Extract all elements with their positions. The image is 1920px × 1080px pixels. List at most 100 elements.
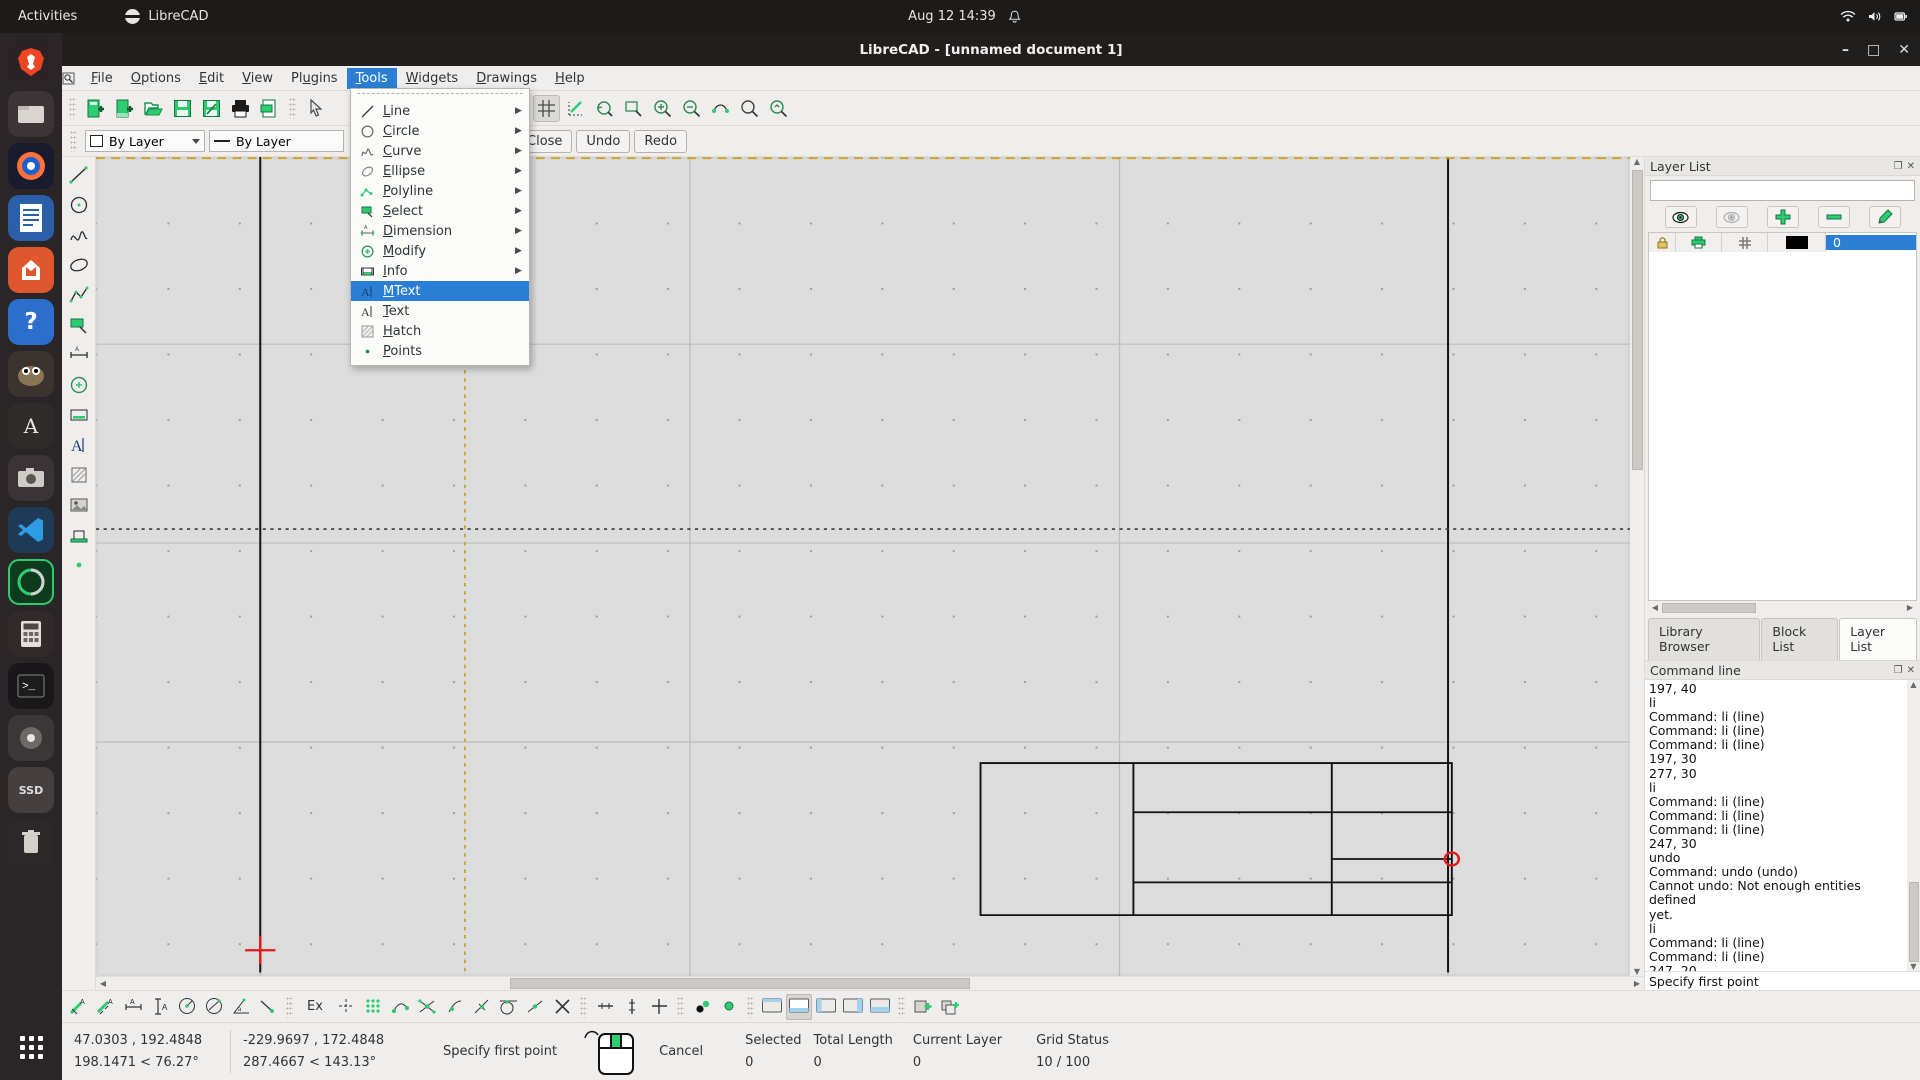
dock-item-settings[interactable] [8, 715, 54, 761]
tab-block-list[interactable]: Block List [1761, 618, 1839, 660]
restrict-horizontal-icon[interactable] [592, 994, 618, 1020]
tools-menu-item-modify[interactable]: Modify ▶ [351, 241, 529, 261]
menu-options[interactable]: Options [122, 68, 190, 89]
scroll-down-arrow-icon[interactable]: ▼ [1630, 967, 1644, 976]
menu-file[interactable]: File [82, 68, 122, 89]
command-panel-float-icon[interactable]: ❐ [1894, 665, 1903, 676]
dock-item-trash[interactable] [8, 819, 54, 865]
dim-linear-icon[interactable]: A [93, 994, 119, 1020]
tab-layer-list[interactable]: Layer List [1839, 618, 1917, 660]
tools-menu-item-select[interactable]: Select ▶ [351, 201, 529, 221]
snap-extension-button[interactable]: Ex [298, 994, 332, 1020]
tool-ellipse-icon[interactable] [66, 252, 92, 278]
layer-name[interactable]: 0 [1826, 235, 1916, 250]
canvas-horizontal-scrollbar[interactable]: ◀ ▶ [96, 976, 1644, 990]
activities-button[interactable]: Activities [18, 9, 77, 24]
menu-edit[interactable]: Edit [190, 68, 233, 89]
dim-vertical-icon[interactable]: A [147, 994, 173, 1020]
zoom-redraw-button[interactable] [765, 95, 792, 122]
snap-middle-icon[interactable] [522, 994, 548, 1020]
remove-layer-button[interactable] [1817, 206, 1850, 228]
add-layer-quick-icon[interactable] [910, 994, 936, 1020]
dim-leader-icon[interactable] [255, 994, 281, 1020]
tool-circle-icon[interactable] [66, 192, 92, 218]
layer-table-hscrollbar[interactable]: ◀ ▶ [1648, 601, 1917, 614]
draw-order-button[interactable] [562, 95, 589, 122]
hide-all-layers-button[interactable] [1715, 206, 1748, 228]
toolbar-grip[interactable] [69, 97, 76, 119]
system-indicators[interactable] [1840, 10, 1908, 23]
canvas-vertical-scrollbar[interactable]: ▲ ▼ [1630, 157, 1644, 976]
layer-print-icon[interactable] [1676, 233, 1722, 252]
view-statusbar-icon[interactable] [786, 993, 812, 1020]
undo-action-button[interactable]: Undo [576, 129, 631, 153]
dock-item-terminal[interactable]: >_ [8, 663, 54, 709]
optbar-grip[interactable] [70, 130, 77, 152]
vertical-scroll-thumb[interactable] [1631, 170, 1643, 470]
zoom-previous-button[interactable] [591, 95, 618, 122]
dock-item-files[interactable] [8, 91, 54, 137]
snap-center-icon[interactable] [549, 994, 575, 1020]
tab-library-browser[interactable]: Library Browser [1648, 618, 1761, 660]
add-layer-button[interactable] [1766, 206, 1799, 228]
layer-scroll-right-icon[interactable]: ▶ [1903, 603, 1917, 612]
snap-perpendicular-icon[interactable] [468, 994, 494, 1020]
dock-item-brave[interactable] [8, 39, 54, 85]
add-block-quick-icon[interactable] [937, 994, 963, 1020]
bottombar-grip-2[interactable] [580, 995, 587, 1018]
cmd-scroll-up-icon[interactable]: ▲ [1907, 680, 1920, 689]
view-left-dock-icon[interactable] [813, 994, 839, 1020]
tools-menu-item-circle[interactable]: Circle ▶ [351, 121, 529, 141]
scroll-up-arrow-icon[interactable]: ▲ [1630, 157, 1644, 166]
view-fullscreen-icon[interactable] [759, 994, 785, 1020]
save-as-button[interactable] [198, 95, 225, 122]
zoom-window-button[interactable] [620, 95, 647, 122]
zoom-pan-button[interactable] [707, 95, 734, 122]
tool-modify-icon[interactable] [66, 372, 92, 398]
dim-angular-icon[interactable]: a [228, 994, 254, 1020]
tools-menu-item-curve[interactable]: Curve ▶ [351, 141, 529, 161]
drawing-canvas[interactable] [96, 157, 1630, 976]
tool-image-icon[interactable] [66, 492, 92, 518]
snap-endpoint-icon[interactable] [387, 994, 413, 1020]
tools-menu-item-dimension[interactable]: A Dimension ▶ [351, 221, 529, 241]
tools-menu-item-points[interactable]: Points [351, 341, 529, 361]
dock-item-ssd-drive[interactable]: SSD [8, 767, 54, 813]
dim-diameter-icon[interactable] [201, 994, 227, 1020]
dock-item-screenshot[interactable] [8, 455, 54, 501]
dock-item-software[interactable] [8, 247, 54, 293]
zoom-auto-button[interactable] [736, 95, 763, 122]
layer-panel-close-icon[interactable]: ✕ [1907, 161, 1915, 172]
menu-widgets[interactable]: Widgets [397, 68, 468, 89]
restrict-orthogonal-icon[interactable] [646, 994, 672, 1020]
layer-table[interactable]: 0 [1648, 232, 1917, 601]
edit-layer-button[interactable] [1868, 206, 1901, 228]
layer-color-swatch[interactable] [1768, 233, 1826, 252]
tools-menu-item-ellipse[interactable]: Ellipse ▶ [351, 161, 529, 181]
dock-item-firefox[interactable] [8, 143, 54, 189]
menu-drawings[interactable]: Drawings [467, 68, 546, 89]
menu-help[interactable]: Help [546, 68, 594, 89]
tool-line-icon[interactable] [66, 162, 92, 188]
zoom-in-button[interactable] [649, 95, 676, 122]
maximize-button[interactable]: □ [1867, 42, 1880, 58]
menu-tools[interactable]: Tools [346, 67, 397, 89]
dock-item-gimp[interactable] [8, 351, 54, 397]
command-history-scrollbar[interactable]: ▲ ▼ [1907, 680, 1920, 971]
save-file-button[interactable] [169, 95, 196, 122]
tool-block-icon[interactable] [66, 522, 92, 548]
scroll-left-arrow-icon[interactable]: ◀ [96, 979, 110, 988]
snap-nearest-icon[interactable] [441, 994, 467, 1020]
layer-scroll-left-icon[interactable]: ◀ [1648, 603, 1662, 612]
dock-item-calculator[interactable] [8, 611, 54, 657]
tools-menu-item-mtext[interactable]: A MText [351, 281, 529, 301]
new-file-button[interactable] [82, 95, 109, 122]
view-bottom-dock-icon[interactable] [867, 994, 893, 1020]
view-right-dock-icon[interactable] [840, 994, 866, 1020]
print-preview-button[interactable] [256, 95, 283, 122]
restrict-vertical-icon[interactable] [619, 994, 645, 1020]
window-controls[interactable]: – □ ✕ [1842, 42, 1910, 58]
print-button[interactable] [227, 95, 254, 122]
dim-horizontal-icon[interactable]: A [120, 994, 146, 1020]
menu-view[interactable]: View [233, 68, 282, 89]
